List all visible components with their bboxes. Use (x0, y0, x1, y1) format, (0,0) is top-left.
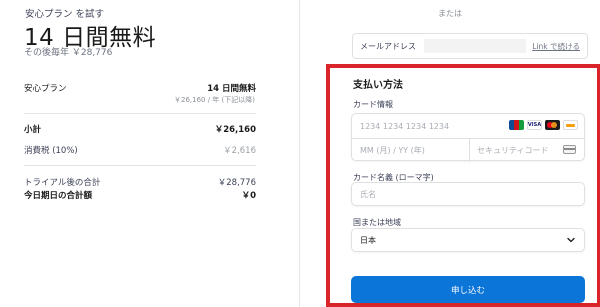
cardholder-name-input[interactable] (351, 182, 585, 206)
divider (24, 165, 256, 166)
card-number-input[interactable]: 1234 1234 1234 1234 (360, 114, 449, 138)
subscribe-button[interactable]: 申し込む (351, 276, 585, 303)
card-info-label: カード情報 (353, 100, 393, 109)
subtotal-label: 小計 (24, 125, 42, 135)
country-label: 国または地域 (353, 218, 401, 227)
cvc-card-icon (563, 145, 576, 154)
tax-row: 消費税 (10%) ￥2,616 (24, 144, 256, 156)
after-trial-total-value: ￥28,776 (217, 178, 256, 188)
email-value[interactable] (424, 39, 527, 53)
due-today-row: 今日期日の合計額 ￥0 (24, 189, 256, 201)
tax-label: 消費税 (10%) (24, 146, 78, 156)
subtotal-row: 小計 ￥26,160 (24, 123, 256, 135)
checkout-panel: または メールアドレス Link で続ける 支払い方法 カード情報 1234 1… (300, 0, 600, 307)
visa-icon: VISA (527, 120, 542, 130)
link-continue-link[interactable]: Link で続ける (532, 41, 580, 52)
email-label: メールアドレス (360, 41, 416, 51)
after-trial-total-label: トライアル後の合計 (24, 178, 101, 188)
plan-line-item: 安心プラン 14 日間無料 (24, 82, 256, 94)
chevron-down-icon (567, 237, 575, 243)
cvc-input[interactable]: セキュリティコード (477, 138, 549, 162)
after-trial-price: その後毎年 ￥28,776 (24, 48, 113, 58)
order-summary-panel: 安心プラン を試す 14 日間無料 その後毎年 ￥28,776 安心プラン 14… (0, 0, 300, 307)
mastercard-icon (545, 120, 560, 130)
divider (469, 138, 470, 162)
after-trial-total-row: トライアル後の合計 ￥28,776 (24, 176, 256, 188)
divider (24, 113, 256, 114)
discover-icon (563, 120, 578, 130)
payment-method-title: 支払い方法 (353, 80, 403, 91)
plan-subtext: ￥26,160 / 年 (下記以降) (174, 96, 255, 104)
expiry-input[interactable]: MM (月) / YY (年) (360, 138, 425, 162)
plan-name: 安心プラン (24, 84, 67, 94)
tax-value: ￥2,616 (223, 146, 256, 156)
or-separator: または (438, 9, 462, 18)
subtotal-value: ￥26,160 (214, 125, 256, 135)
due-today-value: ￥0 (241, 191, 256, 201)
email-field[interactable]: メールアドレス Link で続ける (352, 33, 588, 59)
country-select[interactable]: 日本 (351, 228, 585, 252)
card-info-field: 1234 1234 1234 1234 VISA MM (月) / YY (年)… (351, 113, 585, 162)
country-value: 日本 (360, 235, 376, 245)
due-today-label: 今日期日の合計額 (24, 191, 93, 201)
plan-amount: 14 日間無料 (207, 84, 256, 94)
card-brand-icons: VISA (509, 120, 578, 130)
jcb-icon (509, 120, 524, 130)
